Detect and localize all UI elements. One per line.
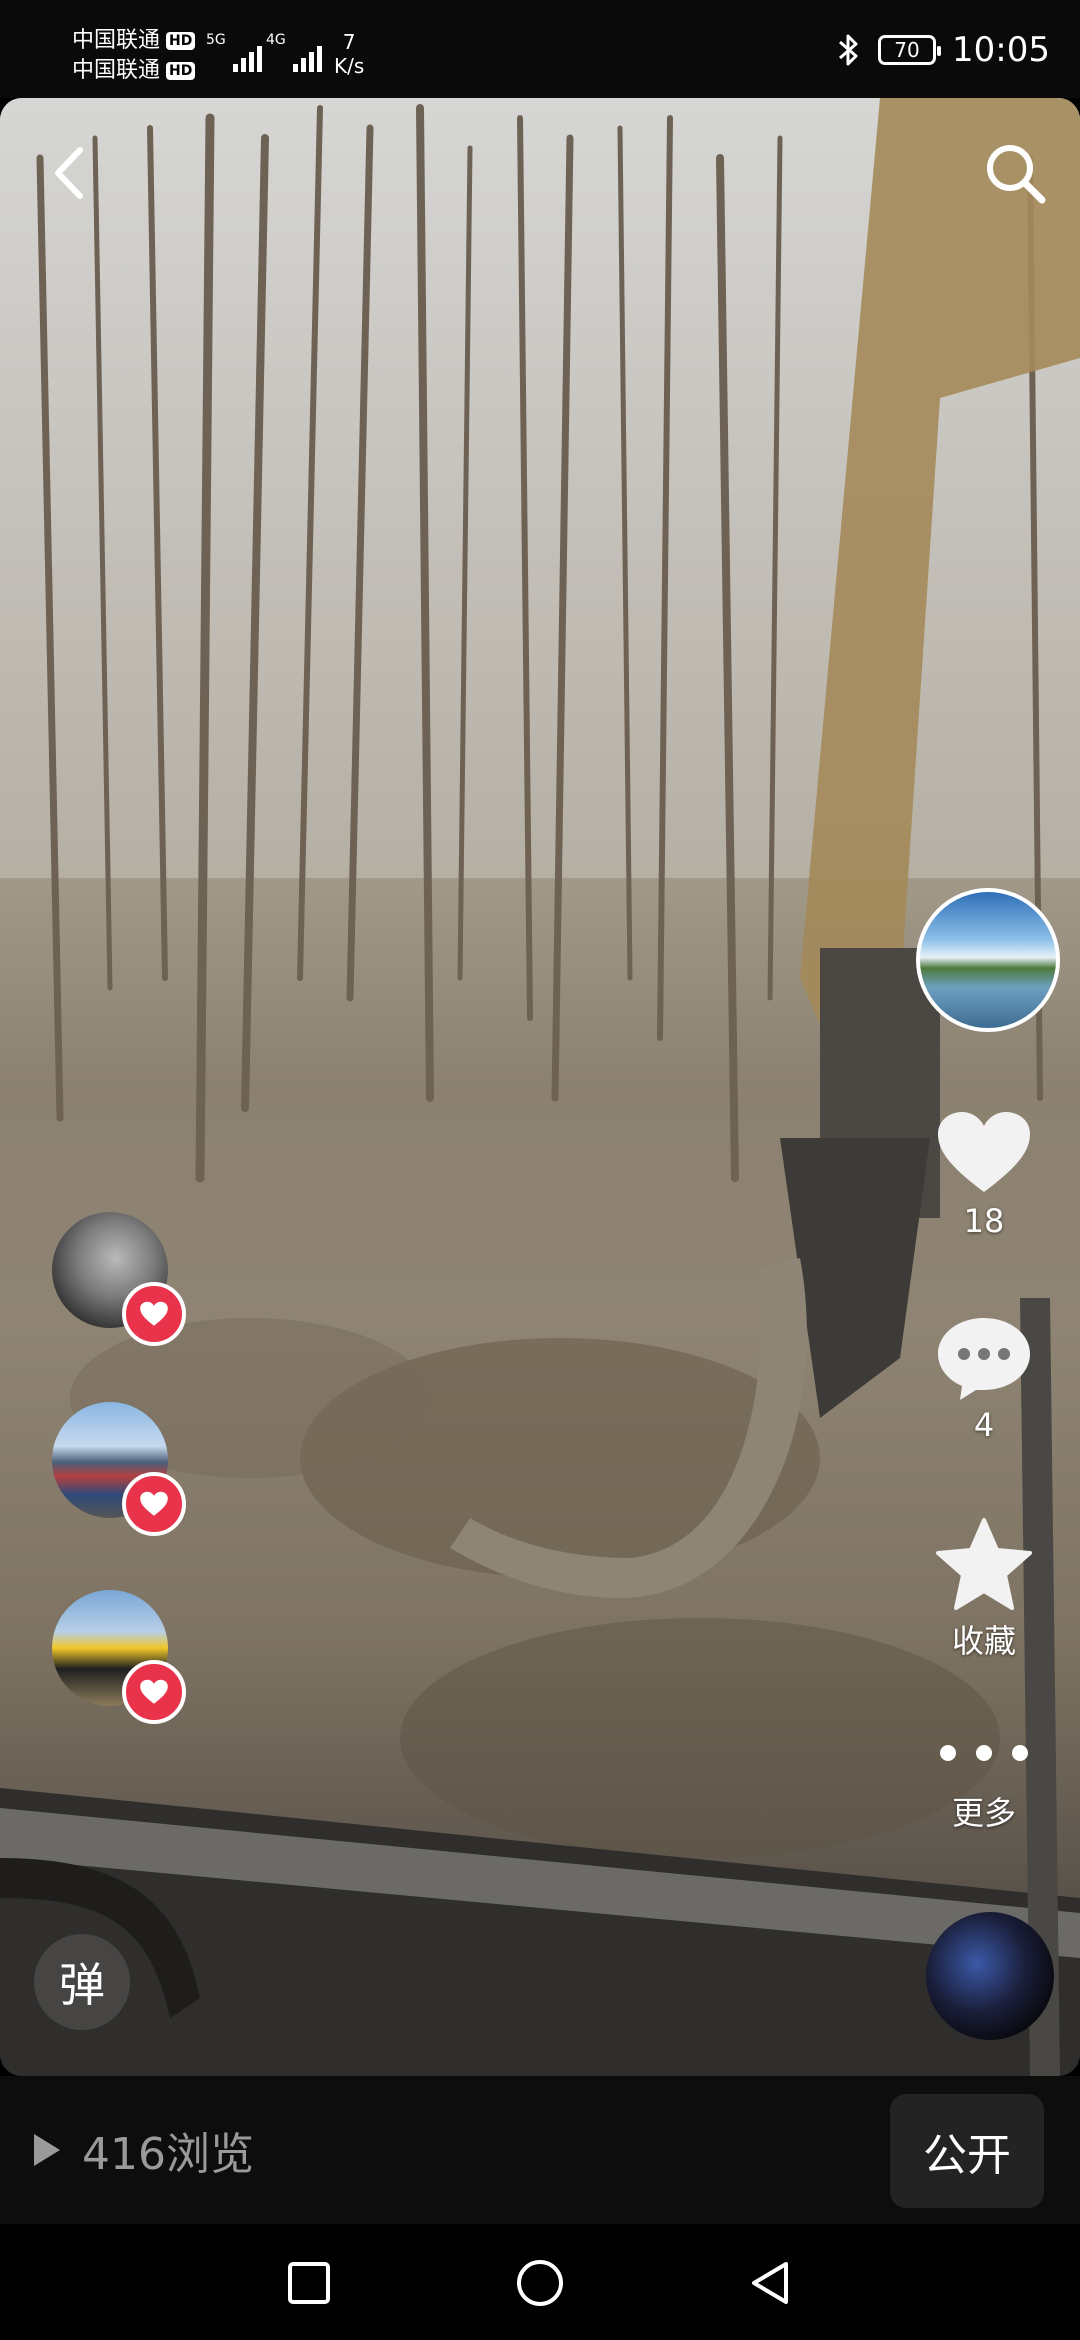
bluetooth-icon [839,34,858,66]
visibility-button[interactable]: 公开 [890,2094,1044,2208]
clock: 10:05 [952,30,1050,70]
favorite-label: 收藏 [951,1622,1016,1660]
more-button[interactable]: 更多 [928,1718,1040,1834]
like-count: 18 [963,1202,1005,1240]
heart-icon [140,1491,168,1516]
more-dots-icon [928,1718,1040,1788]
back-button[interactable] [40,138,110,208]
carrier-1-label: 中国联通 [72,28,161,53]
danmu-label: 弹 [59,1958,105,2012]
liker-heart-badge-3 [122,1660,186,1724]
like-button[interactable]: 18 [928,1108,1040,1240]
battery-icon: 70 [878,35,942,65]
play-icon [34,2134,60,2166]
liker-heart-badge-2 [122,1472,186,1536]
network-speed-unit: K/s [334,54,365,78]
back-triangle-icon[interactable] [746,2258,796,2308]
comment-button[interactable]: 4 [928,1312,1040,1444]
comment-count: 4 [973,1406,995,1444]
liker-heart-badge-1 [122,1282,186,1346]
favorite-button[interactable]: 收藏 [928,1516,1040,1662]
hd-badge-1: HD [166,32,196,50]
hd-badge-2: HD [166,62,196,80]
network-speed-value: 7 [342,30,356,54]
system-navigation-bar [0,2224,1080,2340]
signal-4g-icon: 4G [266,32,322,72]
view-count: 416浏览 [30,2118,254,2182]
star-icon [936,1518,1032,1610]
search-button[interactable] [980,138,1050,208]
heart-icon [938,1112,1030,1192]
danmu-toggle-button[interactable]: 弹 [34,1934,130,2030]
video-player[interactable]: 18 4 收藏 更多 弹 [0,98,1080,2076]
carrier-info: 中国联通 HD 中国联通 HD [72,26,196,86]
heart-icon [140,1679,168,1704]
bottom-info-bar: 416浏览 公开 [0,2076,1080,2224]
status-bar: 中国联通 HD 中国联通 HD 5G 4G 7 K/s 70 10:05 [0,0,1080,98]
view-count-label: 416浏览 [82,2129,254,2180]
video-frame [0,98,1080,2076]
author-avatar[interactable] [916,888,1060,1032]
battery-level: 70 [894,38,920,62]
comment-bubble-icon [938,1318,1030,1400]
heart-icon [140,1301,168,1326]
home-circle-icon[interactable] [515,2258,565,2308]
music-disc-avatar[interactable] [926,1912,1054,2040]
carrier-2-label: 中国联通 [72,58,161,83]
visibility-label: 公开 [923,2130,1011,2181]
network-speed: 7 K/s [334,30,364,78]
signal-5g-icon: 5G [206,32,262,72]
more-label: 更多 [951,1794,1016,1832]
recents-square-icon[interactable] [284,2258,334,2308]
